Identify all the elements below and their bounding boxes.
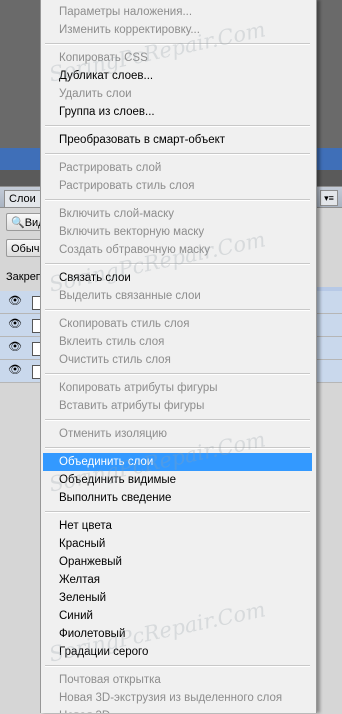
menu-item[interactable]: Дубликат слоев... (43, 67, 312, 85)
menu-item[interactable]: Группа из слоев... (43, 103, 312, 121)
panel-menu-icon[interactable]: ▾≡ (320, 190, 338, 206)
menu-separator (45, 447, 310, 449)
menu-separator (45, 263, 310, 265)
menu-item[interactable]: Красный (43, 535, 312, 553)
eye-icon[interactable]: 👁 (8, 296, 22, 307)
menu-separator (45, 511, 310, 513)
menu-item: Создать обтравочную маску (59, 244, 210, 256)
menu-separator (45, 199, 310, 201)
menu-item: Новая 3D-экструзия из выделенного слоя (59, 692, 283, 704)
menu-separator (45, 419, 310, 421)
menu-item: Новая 3D... (43, 707, 312, 713)
lock-label: Закреп (6, 271, 42, 283)
menu-separator (45, 665, 310, 667)
menu-item: Включить векторную маску (59, 226, 205, 238)
search-icon: 🔍 (11, 217, 25, 229)
menu-separator (45, 309, 310, 311)
menu-item: Копировать атрибуты фигуры (59, 382, 218, 394)
menu-item[interactable]: Объединить видимые (43, 471, 312, 489)
menu-item: Вставить атрибуты фигуры (59, 400, 205, 412)
menu-separator (45, 373, 310, 375)
menu-item: Растрировать стиль слоя (59, 180, 195, 192)
menu-item[interactable]: Желтая (43, 571, 312, 589)
menu-item[interactable]: Нет цвета (43, 517, 312, 535)
menu-item[interactable]: Зеленый (43, 589, 312, 607)
menu-item[interactable]: Связать слои (43, 269, 312, 287)
menu-separator (45, 153, 310, 155)
menu-item: Копировать CSS (59, 52, 148, 64)
eye-icon[interactable]: 👁 (8, 342, 22, 353)
menu-item[interactable]: Градации серого (43, 643, 312, 661)
layers-context-menu: Параметры наложения... Изменить корректир… (40, 0, 317, 713)
menu-item: Удалить слои (59, 88, 132, 100)
menu-item: Очистить стиль слоя (59, 354, 171, 366)
menu-separator (45, 43, 310, 45)
menu-item[interactable]: Оранжевый (43, 553, 312, 571)
menu-item: Выделить связанные слои (59, 290, 201, 302)
menu-item[interactable]: Преобразовать в смарт-объект (43, 131, 312, 149)
menu-item[interactable]: Выполнить сведение (43, 489, 312, 507)
menu-separator (45, 125, 310, 127)
menu-item[interactable]: Синий (43, 607, 312, 625)
eye-icon[interactable]: 👁 (8, 319, 22, 330)
menu-item: Параметры наложения... (59, 6, 193, 18)
menu-item[interactable]: Объединить слои (43, 453, 312, 471)
menu-item: Отменить изоляцию (59, 428, 168, 440)
tab-layers[interactable]: Слои (4, 190, 41, 207)
menu-item: Включить слой-маску (59, 208, 174, 220)
menu-item[interactable]: Фиолетовый (43, 625, 312, 643)
eye-icon[interactable]: 👁 (8, 365, 22, 376)
menu-item: Скопировать стиль слоя (59, 318, 190, 330)
menu-item: Изменить корректировку... (59, 24, 200, 36)
menu-item: Вклеить стиль слоя (59, 336, 165, 348)
menu-item: Растрировать слой (59, 162, 162, 174)
menu-item: Почтовая открытка (59, 674, 161, 686)
